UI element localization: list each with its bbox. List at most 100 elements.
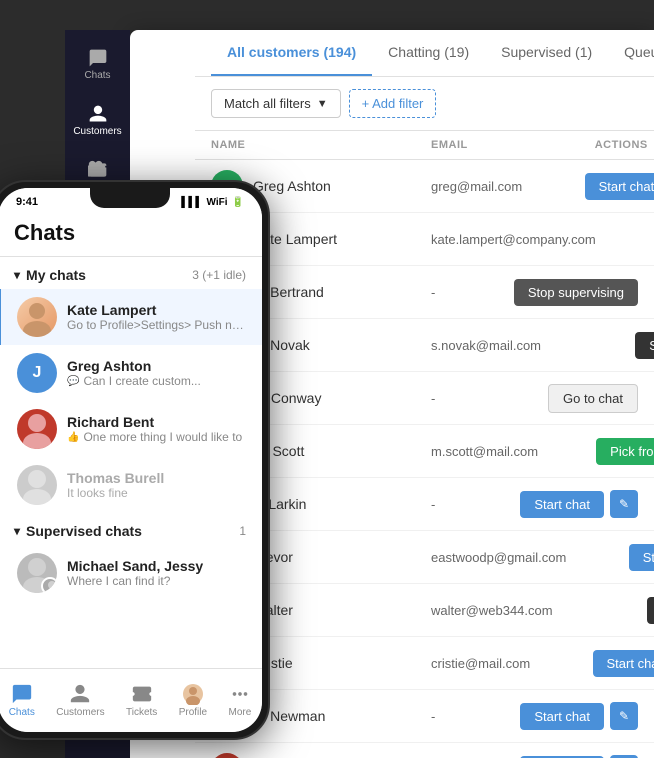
nav-tickets-label: Tickets [126, 707, 157, 718]
avatar-richard [17, 409, 57, 449]
stop-supervising-button[interactable]: Stop supervising [514, 279, 638, 306]
tabs-bar: All customers (194) Chatting (19) Superv… [195, 30, 654, 77]
chat-info-thomas: Thomas Burell It looks fine [67, 470, 246, 500]
email-cell: s.novak@mail.com [431, 338, 541, 353]
start-chat-button[interactable]: Start chat [585, 173, 654, 200]
tab-queued[interactable]: Queued (1) [608, 30, 654, 76]
table-row: FP F. Parker - Start chat ✎ [195, 743, 654, 758]
chat-item-michael[interactable]: Michael Sand, Jessy Where I can find it? [0, 545, 262, 601]
phone-title: Chats [14, 220, 75, 245]
chat-info-michael: Michael Sand, Jessy Where I can find it? [67, 558, 246, 588]
chevron-down-icon: ▼ [317, 98, 328, 110]
supervise-button[interactable]: Supervise [647, 597, 654, 624]
customer-name: Greg Ashton [253, 178, 331, 194]
name-cell: FP F. Parker [211, 753, 431, 758]
actions-cell: Go to chat [458, 384, 638, 413]
email-cell: cristie@mail.com [431, 656, 530, 671]
actions-cell: Supervise [553, 597, 654, 624]
chevron-down-icon: ▾ [14, 524, 20, 538]
avatar-kate [17, 297, 57, 337]
phone-bottom-nav: Chats Customers Tickets Profile Mo [0, 668, 262, 732]
nav-profile-label: Profile [179, 707, 207, 718]
chat-info-kate: Kate Lampert Go to Profile>Settings> Pus… [67, 302, 246, 332]
chat-info-greg: Greg Ashton 💬 Can I create custom... [67, 358, 246, 388]
email-cell: greg@mail.com [431, 179, 522, 194]
email-cell: eastwoodp@gmail.com [431, 550, 566, 565]
my-chats-count: 3 (+1 idle) [192, 268, 246, 282]
sidebar-item-chats[interactable]: Chats [74, 40, 122, 88]
signal-icon: ▌▌▌ [181, 197, 202, 208]
email-cell: - [431, 709, 458, 724]
col-name: NAME [211, 139, 431, 151]
nav-chats-label: Chats [9, 707, 35, 718]
col-email: EMAIL [431, 139, 468, 151]
phone-status-icons: ▌▌▌ WiFi 🔋 [181, 197, 244, 208]
start-chat-button[interactable]: Start chat [520, 703, 604, 730]
chat-name-thomas: Thomas Burell [67, 470, 246, 486]
chat-info-richard: Richard Bent 👍 One more thing I would li… [67, 414, 246, 444]
chat-preview-greg: 💬 Can I create custom... [67, 374, 246, 388]
actions-cell: Start chat ✎ [566, 543, 654, 571]
actions-cell: Go to chat [596, 225, 654, 254]
nav-item-tickets[interactable]: Tickets [126, 683, 157, 718]
sidebar-item-customers[interactable]: Customers [74, 96, 122, 144]
email-cell: walter@web344.com [431, 603, 553, 618]
add-filter-button[interactable]: + Add filter [349, 89, 437, 118]
start-chat-button[interactable]: Start chat [520, 491, 604, 518]
phone-time: 9:41 [16, 196, 38, 208]
phone-header: Chats [0, 212, 262, 257]
chat-name-greg: Greg Ashton [67, 358, 246, 374]
sidebar-customers-label: Customers [73, 126, 121, 137]
tab-chatting[interactable]: Chatting (19) [372, 30, 485, 76]
actions-cell: Start chat ✎ [530, 649, 654, 677]
edit-button[interactable]: ✎ [610, 702, 638, 730]
avatar-michael [17, 553, 57, 593]
chat-name-richard: Richard Bent [67, 414, 246, 430]
chat-name-michael: Michael Sand, Jessy [67, 558, 246, 574]
email-cell: - [431, 285, 458, 300]
chat-preview-thomas: It looks fine [67, 486, 246, 500]
avatar-greg: J [17, 353, 57, 393]
email-cell: m.scott@mail.com [431, 444, 538, 459]
avatar-thomas [17, 465, 57, 505]
supervised-count: 1 [239, 524, 246, 538]
edit-button[interactable]: ✎ [610, 490, 638, 518]
filter-bar: Match all filters ▼ + Add filter [195, 77, 654, 131]
chat-item-greg[interactable]: J Greg Ashton 💬 Can I create custom... [0, 345, 262, 401]
actions-cell: Pick from queue [538, 438, 654, 465]
chat-preview-richard: 👍 One more thing I would like to a... [67, 430, 246, 444]
chevron-down-icon: ▾ [14, 268, 20, 282]
supervise-button[interactable]: Supervise [635, 332, 654, 359]
nav-item-customers[interactable]: Customers [56, 683, 104, 718]
start-chat-button[interactable]: Start chat [629, 544, 654, 571]
tab-supervised[interactable]: Supervised (1) [485, 30, 608, 76]
match-filter-button[interactable]: Match all filters ▼ [211, 89, 341, 118]
supervised-label: Supervised chats [26, 523, 142, 539]
chat-item-richard[interactable]: Richard Bent 👍 One more thing I would li… [0, 401, 262, 457]
phone-overlay: 9:41 ▌▌▌ WiFi 🔋 Chats ▾ My chats 3 (+1 i… [0, 180, 270, 740]
add-filter-label: + Add filter [362, 96, 424, 111]
nav-more-label: More [228, 707, 251, 718]
start-chat-button[interactable]: Start chat [593, 650, 654, 677]
my-chats-section-header: ▾ My chats 3 (+1 idle) [0, 257, 262, 289]
chat-item-kate[interactable]: Kate Lampert Go to Profile>Settings> Pus… [0, 289, 262, 345]
nav-item-chats[interactable]: Chats [9, 683, 35, 718]
nav-item-more[interactable]: More [228, 683, 251, 718]
nav-item-profile[interactable]: Profile [179, 683, 207, 718]
avatar: FP [211, 753, 243, 758]
col-actions: ACTIONS [468, 139, 648, 151]
actions-cell: Start chat ✎ [458, 490, 638, 518]
my-chats-title: ▾ My chats [14, 267, 86, 283]
pick-from-queue-button[interactable]: Pick from queue [596, 438, 654, 465]
phone-notch [90, 188, 170, 208]
actions-cell: Start chat ✎ [522, 172, 654, 200]
tab-all-customers[interactable]: All customers (194) [211, 30, 372, 76]
wifi-icon: WiFi [207, 197, 228, 208]
chat-preview-michael: Where I can find it? [67, 574, 246, 588]
chat-preview-kate: Go to Profile>Settings> Push not... [67, 318, 246, 332]
go-to-chat-button[interactable]: Go to chat [548, 384, 638, 413]
table-header: NAME EMAIL ACTIONS [195, 131, 654, 160]
email-cell: - [431, 497, 458, 512]
actions-cell: Supervise [541, 332, 654, 359]
chat-item-thomas[interactable]: Thomas Burell It looks fine [0, 457, 262, 513]
